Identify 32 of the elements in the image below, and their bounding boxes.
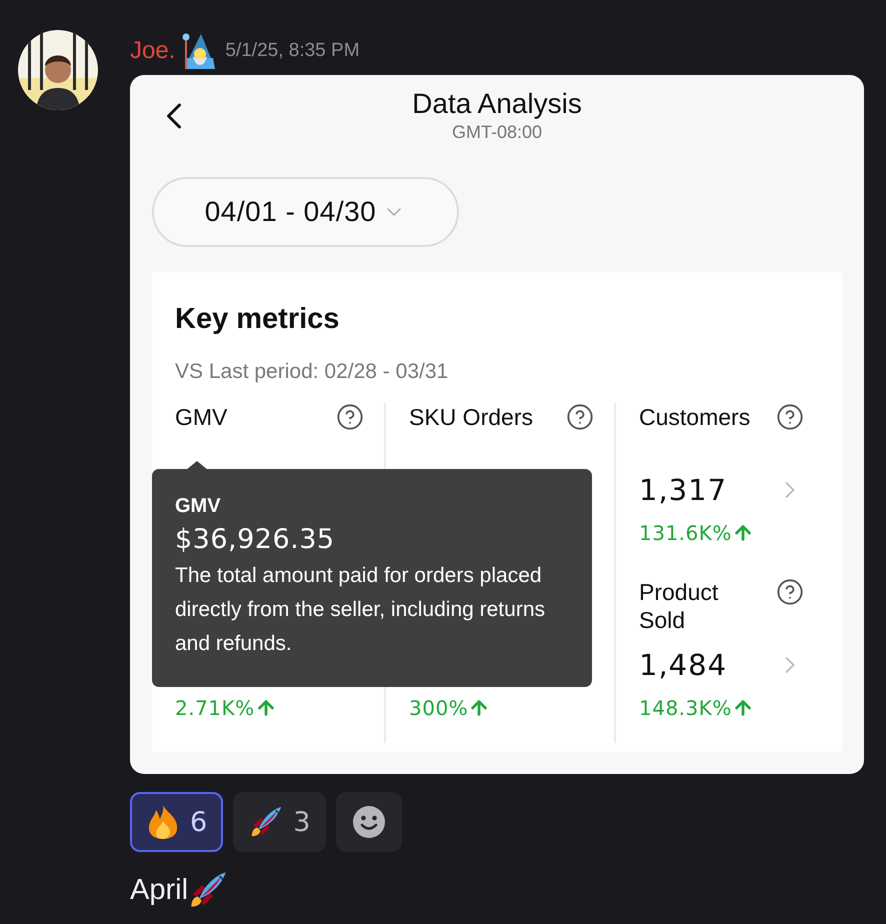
message-text: April — [130, 874, 188, 906]
reaction-button[interactable]: 6 — [130, 792, 224, 852]
date-range-dropdown[interactable]: 04/01 - 04/30 — [152, 177, 459, 247]
metric-label: SKU Orders — [409, 403, 533, 431]
metric-label: GMV — [175, 403, 228, 431]
tooltip-value: $36,926.35 — [175, 524, 335, 555]
help-icon[interactable] — [776, 403, 804, 431]
metric-label: Product Sold — [639, 578, 718, 634]
help-icon[interactable] — [776, 578, 804, 606]
comparison-period: VS Last period: 02/28 - 03/31 — [175, 360, 450, 384]
metric-change: 148.3K% — [639, 696, 804, 720]
reaction-button[interactable]: 3 — [233, 792, 326, 852]
timezone: GMT-08:00 — [452, 122, 542, 143]
timestamp: 5/1/25, 8:35 PM — [225, 40, 360, 62]
fire-icon — [146, 804, 180, 840]
help-icon[interactable] — [336, 403, 364, 431]
metric-change: 2.71K% — [175, 696, 364, 720]
rocket-icon — [249, 805, 284, 839]
metric-value: 1,484 — [639, 648, 728, 682]
add-reaction-icon — [352, 805, 386, 839]
metric-change: 131.6K% — [639, 521, 804, 545]
author-name[interactable]: Joe. — [130, 37, 176, 65]
tooltip-title: GMV — [175, 495, 221, 518]
screen-title: Data Analysis — [412, 88, 582, 120]
reaction-button[interactable] — [336, 792, 402, 852]
metric-label: Customers — [639, 403, 750, 431]
metric-change: 300% — [409, 696, 594, 720]
metric-value: 1,317 — [639, 473, 728, 507]
tooltip-description: The total amount paid for orders placed directly from the seller, including returns and refunds. — [175, 563, 546, 657]
panel-title: Key metrics — [175, 303, 340, 336]
wizard-icon — [181, 32, 216, 70]
help-icon[interactable] — [566, 403, 594, 431]
